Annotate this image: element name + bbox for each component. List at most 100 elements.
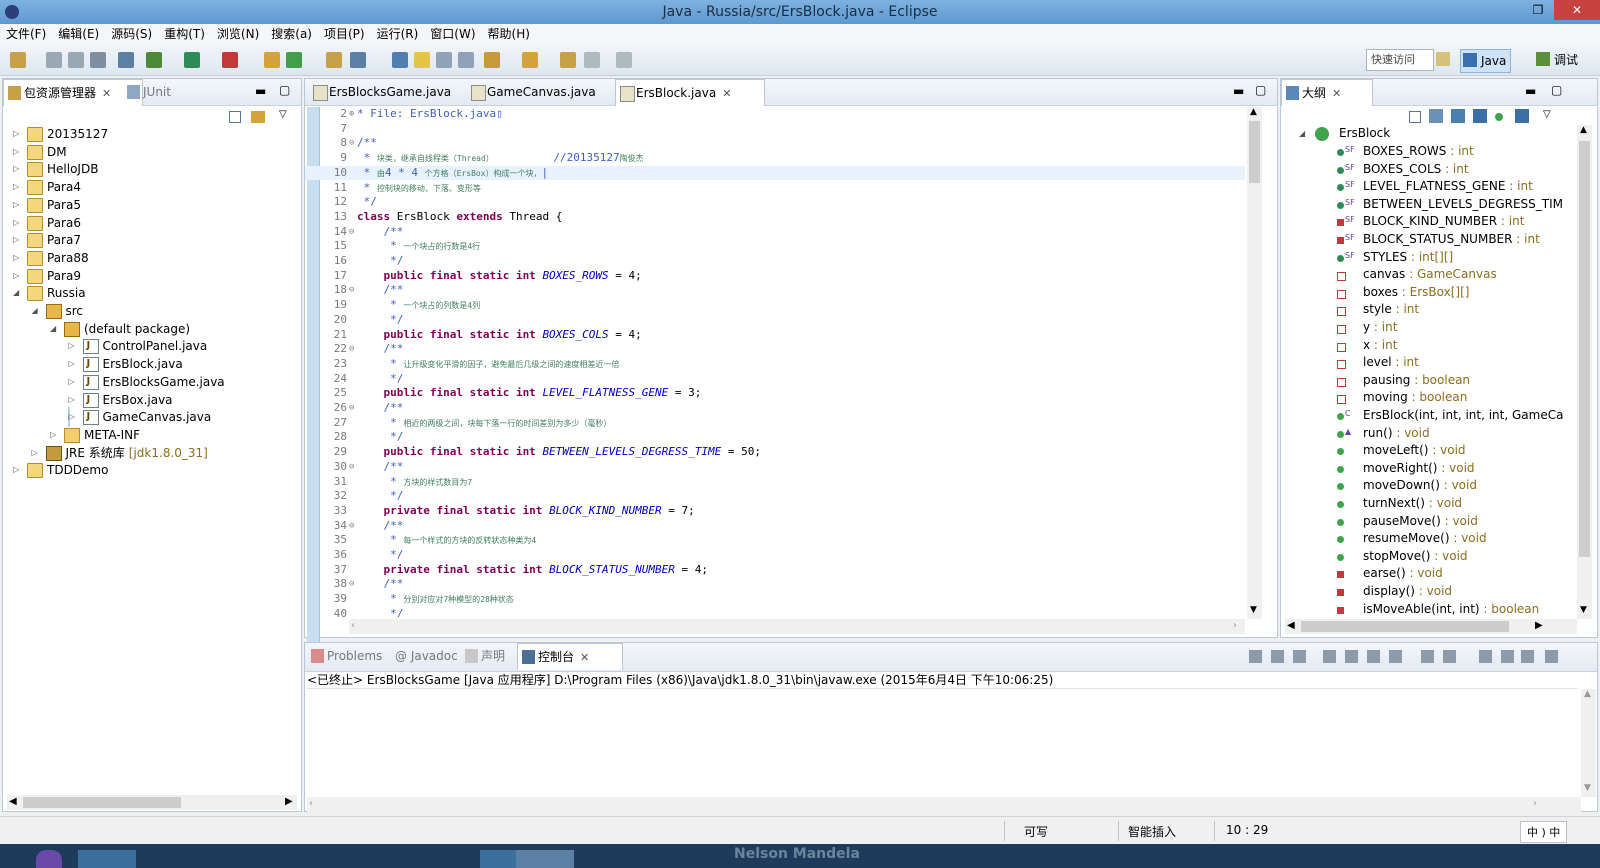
- console-tool-icon[interactable]: [1479, 650, 1492, 663]
- expand-icon[interactable]: ◢: [50, 320, 58, 338]
- outline-vertical-scrollbar[interactable]: ▲ ▼: [1577, 125, 1592, 619]
- fold-toggle-icon[interactable]: ⊖: [349, 342, 354, 357]
- toolbar-button-icon[interactable]: [326, 52, 342, 68]
- toolbar-button-icon[interactable]: [46, 52, 62, 68]
- expand-icon[interactable]: ▷: [13, 196, 21, 214]
- menu-item-3[interactable]: 重构(T): [158, 24, 211, 44]
- view-menu-icon[interactable]: ▽: [1543, 109, 1551, 120]
- taskbar-app-icon[interactable]: [78, 850, 136, 868]
- scroll-down-icon[interactable]: ▼: [1584, 783, 1591, 793]
- scroll-right-icon[interactable]: ▶: [1535, 620, 1543, 631]
- console-tool-icon[interactable]: [1367, 650, 1380, 663]
- scroll-down-icon[interactable]: ▼: [1580, 605, 1587, 615]
- console-tool-icon[interactable]: [1249, 650, 1262, 663]
- maximize-icon[interactable]: ▢: [1255, 83, 1266, 97]
- toolbar-button-icon[interactable]: [184, 52, 200, 68]
- menu-item-6[interactable]: 项目(P): [318, 24, 371, 44]
- hide-non-public-icon[interactable]: [1495, 113, 1503, 121]
- expand-icon[interactable]: ▷: [69, 337, 77, 355]
- menu-item-0[interactable]: 文件(F): [0, 24, 52, 44]
- restore-button[interactable]: ❐: [1522, 0, 1554, 20]
- toolbar-button-icon[interactable]: [10, 52, 26, 68]
- close-icon[interactable]: ✕: [102, 87, 111, 100]
- fold-toggle-icon[interactable]: ⊖: [349, 283, 354, 298]
- toolbar-button-icon[interactable]: [146, 52, 162, 68]
- collapse-all-icon[interactable]: [1409, 111, 1421, 123]
- tab-javadoc[interactable]: @ Javadoc: [389, 643, 465, 669]
- minimize-icon[interactable]: ▬: [1525, 84, 1536, 98]
- toolbar-button-icon[interactable]: [222, 52, 238, 68]
- scroll-thumb[interactable]: [1301, 621, 1509, 632]
- expand-icon[interactable]: ▷: [13, 267, 21, 285]
- expand-icon[interactable]: ▷: [13, 178, 21, 196]
- fold-toggle-icon[interactable]: ⊖: [349, 136, 354, 151]
- scroll-thumb[interactable]: [1249, 121, 1260, 183]
- console-tool-icon[interactable]: [1421, 650, 1434, 663]
- toolbar-button-icon[interactable]: [458, 52, 474, 68]
- console-tool-icon[interactable]: [1293, 650, 1306, 663]
- hide-static-icon[interactable]: [1473, 109, 1487, 123]
- link-with-editor-icon[interactable]: [251, 111, 265, 123]
- outline-horizontal-scrollbar[interactable]: ◀ ▶: [1285, 619, 1577, 634]
- sort-icon[interactable]: [1429, 109, 1443, 123]
- console-tool-icon[interactable]: [1521, 650, 1534, 663]
- expand-icon[interactable]: ◢: [13, 284, 21, 302]
- console-vertical-scrollbar[interactable]: ▲ ▼: [1581, 689, 1596, 797]
- console-tool-icon[interactable]: [1345, 650, 1358, 663]
- expand-icon[interactable]: ▷: [69, 373, 77, 391]
- editor-horizontal-scrollbar[interactable]: ‹ ›: [349, 619, 1245, 634]
- toolbar-button-icon[interactable]: [616, 52, 632, 68]
- menu-item-4[interactable]: 浏览(N): [211, 24, 265, 44]
- close-button[interactable]: ✕: [1554, 0, 1600, 20]
- collapse-icon[interactable]: ◢: [1299, 125, 1307, 143]
- expand-icon[interactable]: ▷: [13, 461, 21, 479]
- scroll-up-icon[interactable]: ▲: [1584, 689, 1591, 699]
- toolbar-button-icon[interactable]: [264, 52, 280, 68]
- scroll-thumb[interactable]: [23, 797, 181, 808]
- expand-icon[interactable]: ▷: [69, 391, 77, 409]
- toolbar-button-icon[interactable]: [436, 52, 452, 68]
- console-tool-icon[interactable]: [1443, 650, 1456, 663]
- quick-access-field[interactable]: 快速访问: [1366, 49, 1434, 71]
- tab-gamecanvas[interactable]: GameCanvas.java: [467, 79, 627, 105]
- scroll-right-icon[interactable]: ▶: [285, 796, 293, 807]
- expand-icon[interactable]: ◢: [32, 302, 40, 320]
- minimize-icon[interactable]: ▬: [1233, 84, 1244, 98]
- scroll-thumb[interactable]: [1579, 141, 1590, 557]
- console-tool-icon[interactable]: [1323, 650, 1336, 663]
- menu-item-5[interactable]: 搜索(a): [265, 24, 318, 44]
- toolbar-button-icon[interactable]: [414, 52, 430, 68]
- console-tool-icon[interactable]: [1271, 650, 1284, 663]
- fold-toggle-icon[interactable]: ⊖: [349, 577, 354, 592]
- expand-icon[interactable]: ▷: [13, 125, 21, 143]
- collapse-all-icon[interactable]: [229, 111, 241, 123]
- console-tool-icon[interactable]: [1501, 650, 1514, 663]
- scroll-left-icon[interactable]: ◀: [1287, 620, 1295, 631]
- menu-item-1[interactable]: 编辑(E): [52, 24, 105, 44]
- console-horizontal-scrollbar[interactable]: ‹ ›: [307, 797, 1581, 812]
- expand-icon[interactable]: ▷: [13, 249, 21, 267]
- scroll-left-icon[interactable]: ◀: [9, 796, 17, 807]
- toolbar-button-icon[interactable]: [560, 52, 576, 68]
- tab-outline[interactable]: 大纲 ✕: [1281, 79, 1373, 106]
- hide-fields-icon[interactable]: [1451, 109, 1465, 123]
- tab-ersblocksgame[interactable]: ErsBlocksGame.java: [309, 79, 479, 105]
- tab-console[interactable]: 控制台 ✕: [517, 643, 623, 670]
- scroll-up-icon[interactable]: ▲: [1580, 125, 1587, 135]
- start-orb-icon[interactable]: [36, 850, 62, 868]
- code-area[interactable]: 2 ⊕ * File: ErsBlock.java▯ 7 8 ⊖/** 9 * 块类，继承自…: [305, 107, 1245, 617]
- expand-icon[interactable]: ▷: [13, 214, 21, 232]
- tab-package-explorer[interactable]: 包资源管理器 ✕: [3, 79, 143, 106]
- horizontal-scrollbar[interactable]: ◀ ▶: [7, 795, 297, 810]
- toolbar-button-icon[interactable]: [286, 52, 302, 68]
- console-tool-icon[interactable]: [1545, 650, 1558, 663]
- maximize-icon[interactable]: ▢: [279, 83, 290, 97]
- expand-icon[interactable]: ▷: [69, 408, 77, 426]
- tab-junit[interactable]: JUnit: [123, 79, 213, 105]
- perspective-java[interactable]: Java: [1460, 49, 1512, 73]
- scroll-up-icon[interactable]: ▲: [1250, 107, 1257, 117]
- tab-ersblock[interactable]: ErsBlock.java ✕: [615, 79, 765, 106]
- ime-indicator[interactable]: 中 ) 中: [1520, 821, 1568, 843]
- close-icon[interactable]: ✕: [722, 87, 731, 100]
- fold-toggle-icon[interactable]: ⊕: [349, 107, 354, 122]
